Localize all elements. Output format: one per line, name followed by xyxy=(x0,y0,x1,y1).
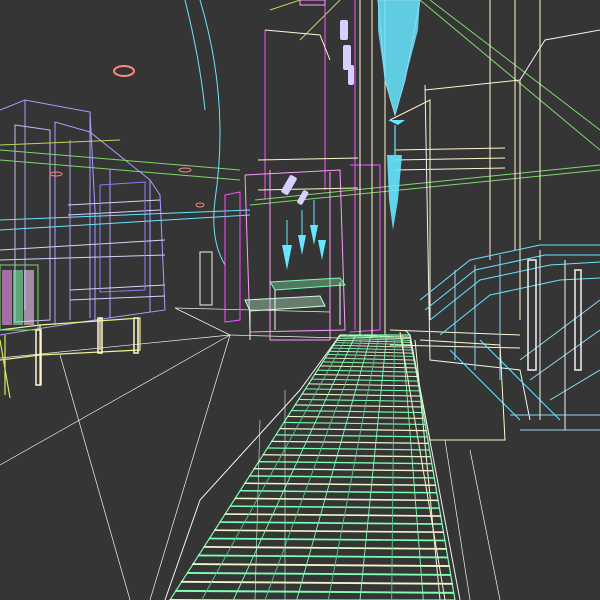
wireframe-scene[interactable] xyxy=(0,0,600,600)
stair-tread xyxy=(234,497,439,502)
stair-tread xyxy=(308,383,419,387)
ceiling-lamps xyxy=(49,65,205,208)
stair-tread xyxy=(186,571,452,576)
floor-line xyxy=(59,354,131,600)
stair-tread xyxy=(314,374,418,377)
pendant-lights xyxy=(282,200,326,270)
stair-tread xyxy=(331,347,413,351)
stair-tread xyxy=(266,447,430,451)
pendant-bars xyxy=(281,20,354,205)
stair-tread xyxy=(304,388,420,392)
right-posts xyxy=(527,250,582,430)
stair-tread xyxy=(334,342,412,346)
stair-tread xyxy=(258,460,433,465)
stair-tread xyxy=(229,505,440,509)
stair-tread xyxy=(298,398,422,402)
stair-tread xyxy=(275,434,428,438)
ring-lamp-icon xyxy=(178,167,192,173)
ring-lamp-icon xyxy=(195,202,205,208)
stair-tread xyxy=(174,589,455,594)
stair-stringer xyxy=(359,334,388,600)
stair-tread xyxy=(244,482,436,487)
left-panels xyxy=(0,264,39,331)
stair-tread xyxy=(322,361,416,365)
stair-tread xyxy=(213,529,444,534)
stair-tread xyxy=(319,365,416,369)
stair-tread xyxy=(279,427,427,432)
stair-stringer xyxy=(391,334,395,600)
left-posts xyxy=(35,317,139,386)
floor-line xyxy=(229,334,341,339)
stair-tread xyxy=(329,350,414,354)
stair-tread xyxy=(203,546,447,550)
stair-tread xyxy=(208,537,446,542)
stair-tread xyxy=(262,454,432,458)
stair-tread xyxy=(317,369,417,373)
stair-tread xyxy=(336,339,412,343)
stair-tread xyxy=(327,354,414,357)
stair-stringer xyxy=(201,334,349,600)
stair-tread xyxy=(301,393,421,397)
right-escalator xyxy=(419,244,600,431)
stair-tread xyxy=(294,404,423,408)
stair-tread xyxy=(253,468,434,472)
stair-stringer xyxy=(401,334,424,600)
green-walkway xyxy=(169,334,456,600)
central-atrium xyxy=(224,0,381,341)
floor-line xyxy=(174,307,231,336)
floor-line xyxy=(149,334,231,600)
stair-stringer xyxy=(232,334,357,600)
stair-tread xyxy=(311,378,418,382)
stair-tread xyxy=(192,563,450,568)
stair-tread xyxy=(324,357,415,361)
stair-tread xyxy=(271,440,429,445)
stair-tread xyxy=(287,415,425,420)
stair-tread xyxy=(180,580,453,585)
stair-tread xyxy=(290,410,424,414)
stair-tread xyxy=(219,521,443,525)
counter-tables xyxy=(199,251,346,340)
ring-lamp-icon xyxy=(113,65,135,77)
stair-tread xyxy=(197,554,449,559)
stair-tread xyxy=(239,490,438,494)
stair-tread xyxy=(283,421,426,426)
ring-lamp-icon xyxy=(49,171,63,177)
stair-tread xyxy=(248,475,435,479)
wireframe-viewport[interactable] xyxy=(0,0,600,600)
